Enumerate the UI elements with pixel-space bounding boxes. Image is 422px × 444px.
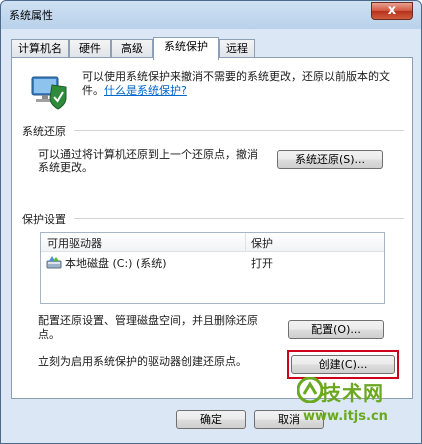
drive-list-header: 可用驱动器 保护 [41,233,384,252]
watermark-logo-icon [297,377,323,403]
close-icon: x [387,3,397,18]
system-properties-window: 系统属性 x 计算机名 硬件 高级 系统保护 远程 可以使用系统保护来撤消不需要… [0,0,422,444]
system-protection-icon [31,76,67,110]
create-description: 立刻为启用系统保护的驱动器创建还原点。 [38,355,247,368]
system-restore-group-title: 系统还原 [22,125,66,138]
ok-button[interactable]: 确定 [176,410,246,429]
system-protection-panel: 可以使用系统保护来撤消不需要的系统更改，还原以前版本的文件。什么是系统保护? 系… [11,57,413,399]
column-separator [245,233,246,251]
system-restore-button[interactable]: 系统还原(S)... [277,150,383,169]
drive-name: 本地磁盘 (C:) (系统) [65,257,167,270]
window-title: 系统属性 [9,9,53,22]
what-is-system-protection-link[interactable]: 什么是系统保护? [104,84,187,97]
protection-settings-divider [74,218,404,219]
tab-hardware[interactable]: 硬件 [69,39,111,58]
title-bar: 系统属性 x [1,1,421,29]
local-disk-icon [46,256,62,269]
system-restore-description: 可以通过将计算机还原到上一个还原点，撤消系统更改。 [38,148,258,174]
watermark-name: 技术网 [321,381,384,405]
tab-advanced[interactable]: 高级 [111,39,153,58]
tab-computer-name[interactable]: 计算机名 [11,39,69,58]
protection-settings-group-title: 保护设置 [22,213,66,226]
watermark: 技术网 www.itjs.cn [297,373,417,433]
drive-list[interactable]: 可用驱动器 保护 本地磁盘 (C:) (系统) 打开 [40,232,385,304]
tab-system-protection[interactable]: 系统保护 [153,37,219,60]
tab-remote[interactable]: 远程 [219,39,255,58]
drive-protection-status: 打开 [251,257,273,270]
intro-text: 可以使用系统保护来撤消不需要的系统更改，还原以前版本的文件。什么是系统保护? [82,70,402,98]
configure-description: 配置还原设置、管理磁盘空间，并且删除还原点。 [38,314,258,341]
column-protection[interactable]: 保护 [251,235,273,251]
create-button[interactable]: 创建(C)... [291,355,395,374]
watermark-url: www.itjs.cn [303,409,388,424]
table-row[interactable]: 本地磁盘 (C:) (系统) 打开 [41,253,384,271]
close-button[interactable]: x [371,2,413,20]
configure-button[interactable]: 配置(O)... [288,320,384,339]
system-restore-divider [74,130,404,131]
column-available-drives[interactable]: 可用驱动器 [47,235,102,251]
